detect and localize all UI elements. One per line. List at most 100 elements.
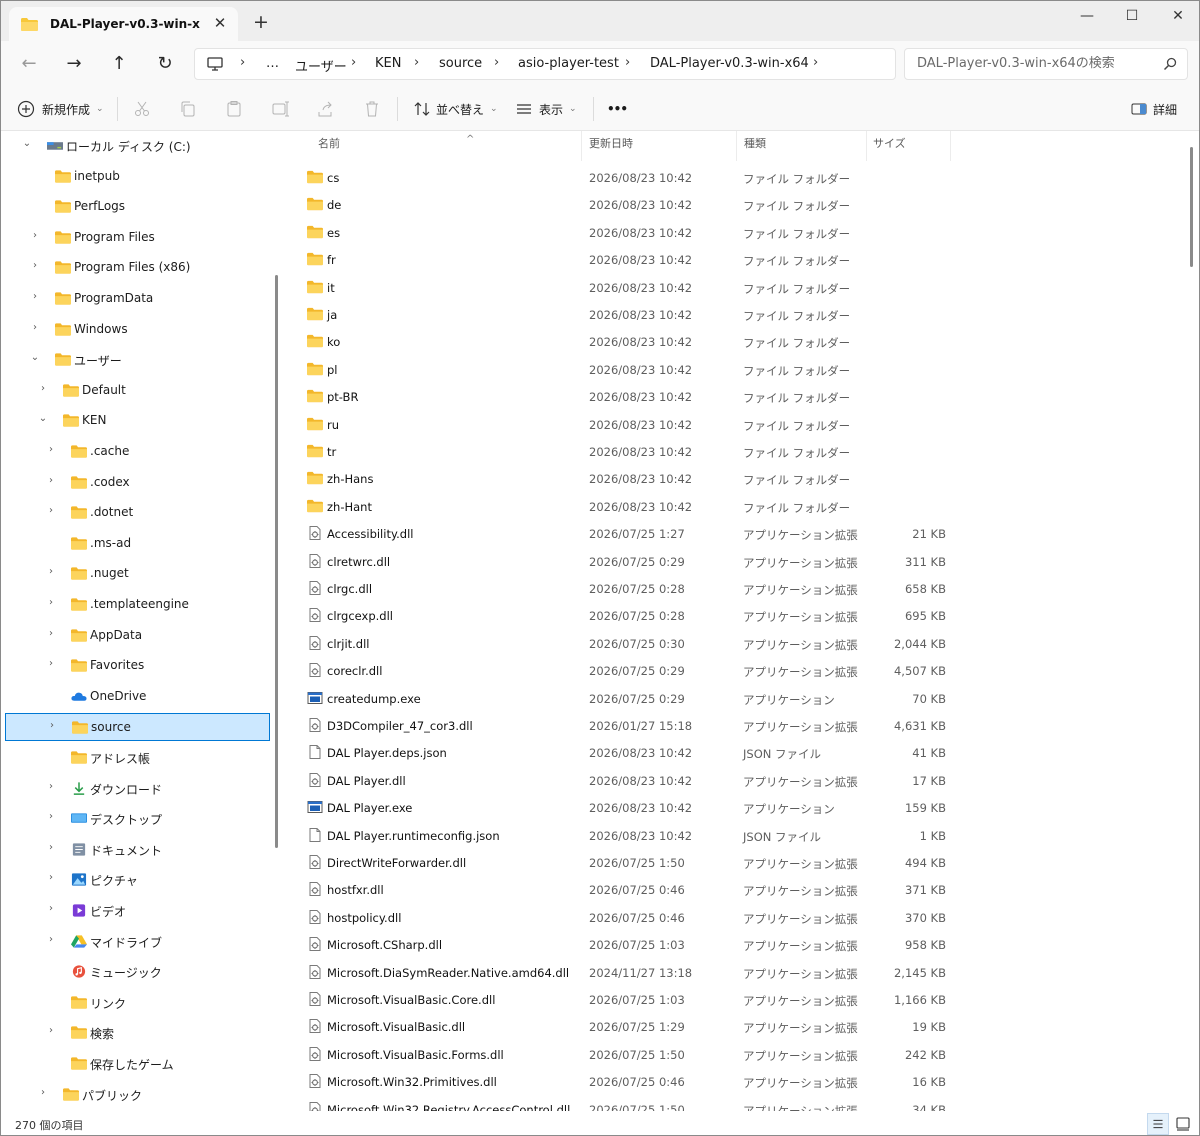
forward-button[interactable]: →	[60, 50, 88, 78]
file-row[interactable]: it 2026/08/23 10:42 ファイル フォルダー	[287, 274, 1187, 301]
sidebar-item[interactable]: ミュージック	[5, 958, 270, 986]
file-row[interactable]: fr 2026/08/23 10:42 ファイル フォルダー	[287, 246, 1187, 273]
file-row[interactable]: ru 2026/08/23 10:42 ファイル フォルダー	[287, 411, 1187, 438]
chevron-right-icon[interactable]: ›	[29, 230, 41, 241]
search-input[interactable]	[917, 56, 1157, 71]
sidebar-item[interactable]: PerfLogs	[5, 193, 270, 221]
chevron-right-icon[interactable]: ›	[37, 383, 49, 394]
file-row[interactable]: de 2026/08/23 10:42 ファイル フォルダー	[287, 191, 1187, 218]
breadcrumb-ellipsis[interactable]: …	[266, 56, 279, 71]
breadcrumb-source[interactable]: source	[439, 56, 482, 71]
view-button[interactable]: 表示 ⌄	[515, 95, 577, 123]
new-tab-button[interactable]: +	[251, 13, 271, 33]
sidebar-item[interactable]: › Program Files (x86)	[5, 254, 270, 282]
chevron-right-icon[interactable]: ›	[46, 720, 58, 731]
breadcrumb-ken[interactable]: KEN	[375, 56, 401, 71]
sidebar-item[interactable]: › パブリック	[5, 1081, 270, 1109]
column-size[interactable]: サイズ	[865, 131, 951, 161]
sort-button[interactable]: 並べ替え ⌄	[413, 95, 498, 123]
sidebar-item[interactable]: › .cache	[5, 438, 270, 466]
address-bar[interactable]: › … ユーザー › KEN › source › asio-player-te…	[194, 48, 896, 80]
back-button[interactable]: ←	[15, 50, 43, 78]
paste-icon[interactable]	[225, 100, 243, 118]
breadcrumb-users[interactable]: ユーザー	[295, 56, 347, 75]
chevron-down-icon[interactable]: ⌄	[37, 413, 49, 424]
chevron-right-icon[interactable]: ›	[29, 260, 41, 271]
sidebar-item[interactable]: › .codex	[5, 469, 270, 497]
column-type[interactable]: 種類	[736, 131, 867, 161]
sidebar-item[interactable]: › ダウンロード	[5, 775, 270, 803]
sidebar-item[interactable]: › Default	[5, 377, 270, 405]
column-name[interactable]: 名前 ^	[310, 131, 582, 161]
file-row[interactable]: zh-Hant 2026/08/23 10:42 ファイル フォルダー	[287, 493, 1187, 520]
file-row[interactable]: clretwrc.dll 2026/07/25 0:29 アプリケーション拡張 311…	[287, 548, 1187, 575]
chevron-right-icon[interactable]: ›	[45, 842, 57, 853]
rename-icon[interactable]	[271, 100, 289, 118]
close-button[interactable]: ✕	[1164, 5, 1192, 27]
sidebar-item[interactable]: › 検索	[5, 1019, 270, 1047]
file-row[interactable]: DAL Player.exe 2026/08/23 10:42 アプリケーション 15…	[287, 794, 1187, 821]
sidebar-item[interactable]: › .templateengine	[5, 591, 270, 619]
file-row[interactable]: hostpolicy.dll 2026/07/25 0:46 アプリケーション拡張 3…	[287, 904, 1187, 931]
file-row[interactable]: zh-Hans 2026/08/23 10:42 ファイル フォルダー	[287, 465, 1187, 492]
column-date[interactable]: 更新日時	[581, 131, 737, 161]
more-options-button[interactable]: •••	[607, 95, 628, 123]
chevron-right-icon[interactable]: ›	[29, 291, 41, 302]
sidebar-item[interactable]: › マイドライブ	[5, 928, 270, 956]
file-row[interactable]: tr 2026/08/23 10:42 ファイル フォルダー	[287, 438, 1187, 465]
chevron-right-icon[interactable]: ›	[37, 1087, 49, 1098]
sidebar-item[interactable]: › AppData	[5, 622, 270, 650]
sidebar-item[interactable]: › .nuget	[5, 560, 270, 588]
file-row[interactable]: pl 2026/08/23 10:42 ファイル フォルダー	[287, 356, 1187, 383]
chevron-right-icon[interactable]: ›	[45, 1025, 57, 1036]
chevron-right-icon[interactable]: ›	[45, 475, 57, 486]
chevron-right-icon[interactable]: ›	[45, 781, 57, 792]
breadcrumb-asio-player-test[interactable]: asio-player-test	[518, 56, 619, 71]
chevron-right-icon[interactable]: ›	[45, 566, 57, 577]
file-row[interactable]: es 2026/08/23 10:42 ファイル フォルダー	[287, 219, 1187, 246]
file-row[interactable]: hostfxr.dll 2026/07/25 0:46 アプリケーション拡張 371 …	[287, 876, 1187, 903]
sidebar-item[interactable]: › デスクトップ	[5, 805, 270, 833]
delete-icon[interactable]	[363, 100, 381, 118]
file-row[interactable]: clrjit.dll 2026/07/25 0:30 アプリケーション拡張 2,044…	[287, 630, 1187, 657]
chevron-down-icon[interactable]: ⌄	[29, 352, 41, 363]
chevron-right-icon[interactable]: ›	[45, 872, 57, 883]
sidebar-scrollbar[interactable]	[275, 275, 278, 848]
file-row[interactable]: clrgcexp.dll 2026/07/25 0:28 アプリケーション拡張 695…	[287, 602, 1187, 629]
details-pane-button[interactable]: 詳細	[1131, 95, 1177, 123]
file-row[interactable]: cs 2026/08/23 10:42 ファイル フォルダー	[287, 164, 1187, 191]
sidebar-item[interactable]: リンク	[5, 989, 270, 1017]
file-row[interactable]: Microsoft.VisualBasic.Forms.dll 2026/07/2…	[287, 1041, 1187, 1068]
sidebar-item[interactable]: › Program Files	[5, 224, 270, 252]
tab-current-folder[interactable]: DAL-Player-v0.3-win-x64 ✕	[9, 7, 238, 41]
chevron-down-icon[interactable]: ⌄	[21, 138, 33, 149]
sidebar-item[interactable]: › ProgramData	[5, 285, 270, 313]
file-row[interactable]: pt-BR 2026/08/23 10:42 ファイル フォルダー	[287, 383, 1187, 410]
chevron-right-icon[interactable]: ›	[29, 322, 41, 333]
file-row[interactable]: Accessibility.dll 2026/07/25 1:27 アプリケーション…	[287, 520, 1187, 547]
maximize-button[interactable]: ☐	[1118, 5, 1146, 27]
file-row[interactable]: DirectWriteForwarder.dll 2026/07/25 1:50 ア…	[287, 849, 1187, 876]
file-row[interactable]: DAL Player.runtimeconfig.json 2026/08/23 …	[287, 822, 1187, 849]
sidebar-item[interactable]: › .dotnet	[5, 499, 270, 527]
sidebar-item[interactable]: › ドキュメント	[5, 836, 270, 864]
chevron-right-icon[interactable]: ›	[45, 658, 57, 669]
sidebar-item[interactable]: › ビデオ	[5, 897, 270, 925]
chevron-right-icon[interactable]: ›	[45, 903, 57, 914]
tab-close-icon[interactable]: ✕	[212, 15, 228, 31]
chevron-right-icon[interactable]: ›	[45, 505, 57, 516]
sidebar-item[interactable]: › Favorites	[5, 652, 270, 680]
refresh-button[interactable]: ↻	[151, 50, 179, 78]
sidebar-item[interactable]: ⌄ ローカル ディスク (C:)	[5, 132, 270, 160]
sidebar-item[interactable]: ⌄ ユーザー	[5, 346, 270, 374]
up-button[interactable]: ↑	[105, 50, 133, 78]
sidebar-item[interactable]: ⌄ KEN	[5, 407, 270, 435]
vertical-scrollbar[interactable]	[1190, 147, 1193, 267]
file-row[interactable]: ja 2026/08/23 10:42 ファイル フォルダー	[287, 301, 1187, 328]
sidebar-item[interactable]: › source	[5, 713, 270, 742]
sidebar-item[interactable]: inetpub	[5, 163, 270, 191]
search-box[interactable]	[904, 48, 1188, 80]
sidebar-item[interactable]: アドレス帳	[5, 744, 270, 772]
sidebar-item[interactable]: › ピクチャ	[5, 866, 270, 894]
chevron-right-icon[interactable]: ›	[45, 934, 57, 945]
